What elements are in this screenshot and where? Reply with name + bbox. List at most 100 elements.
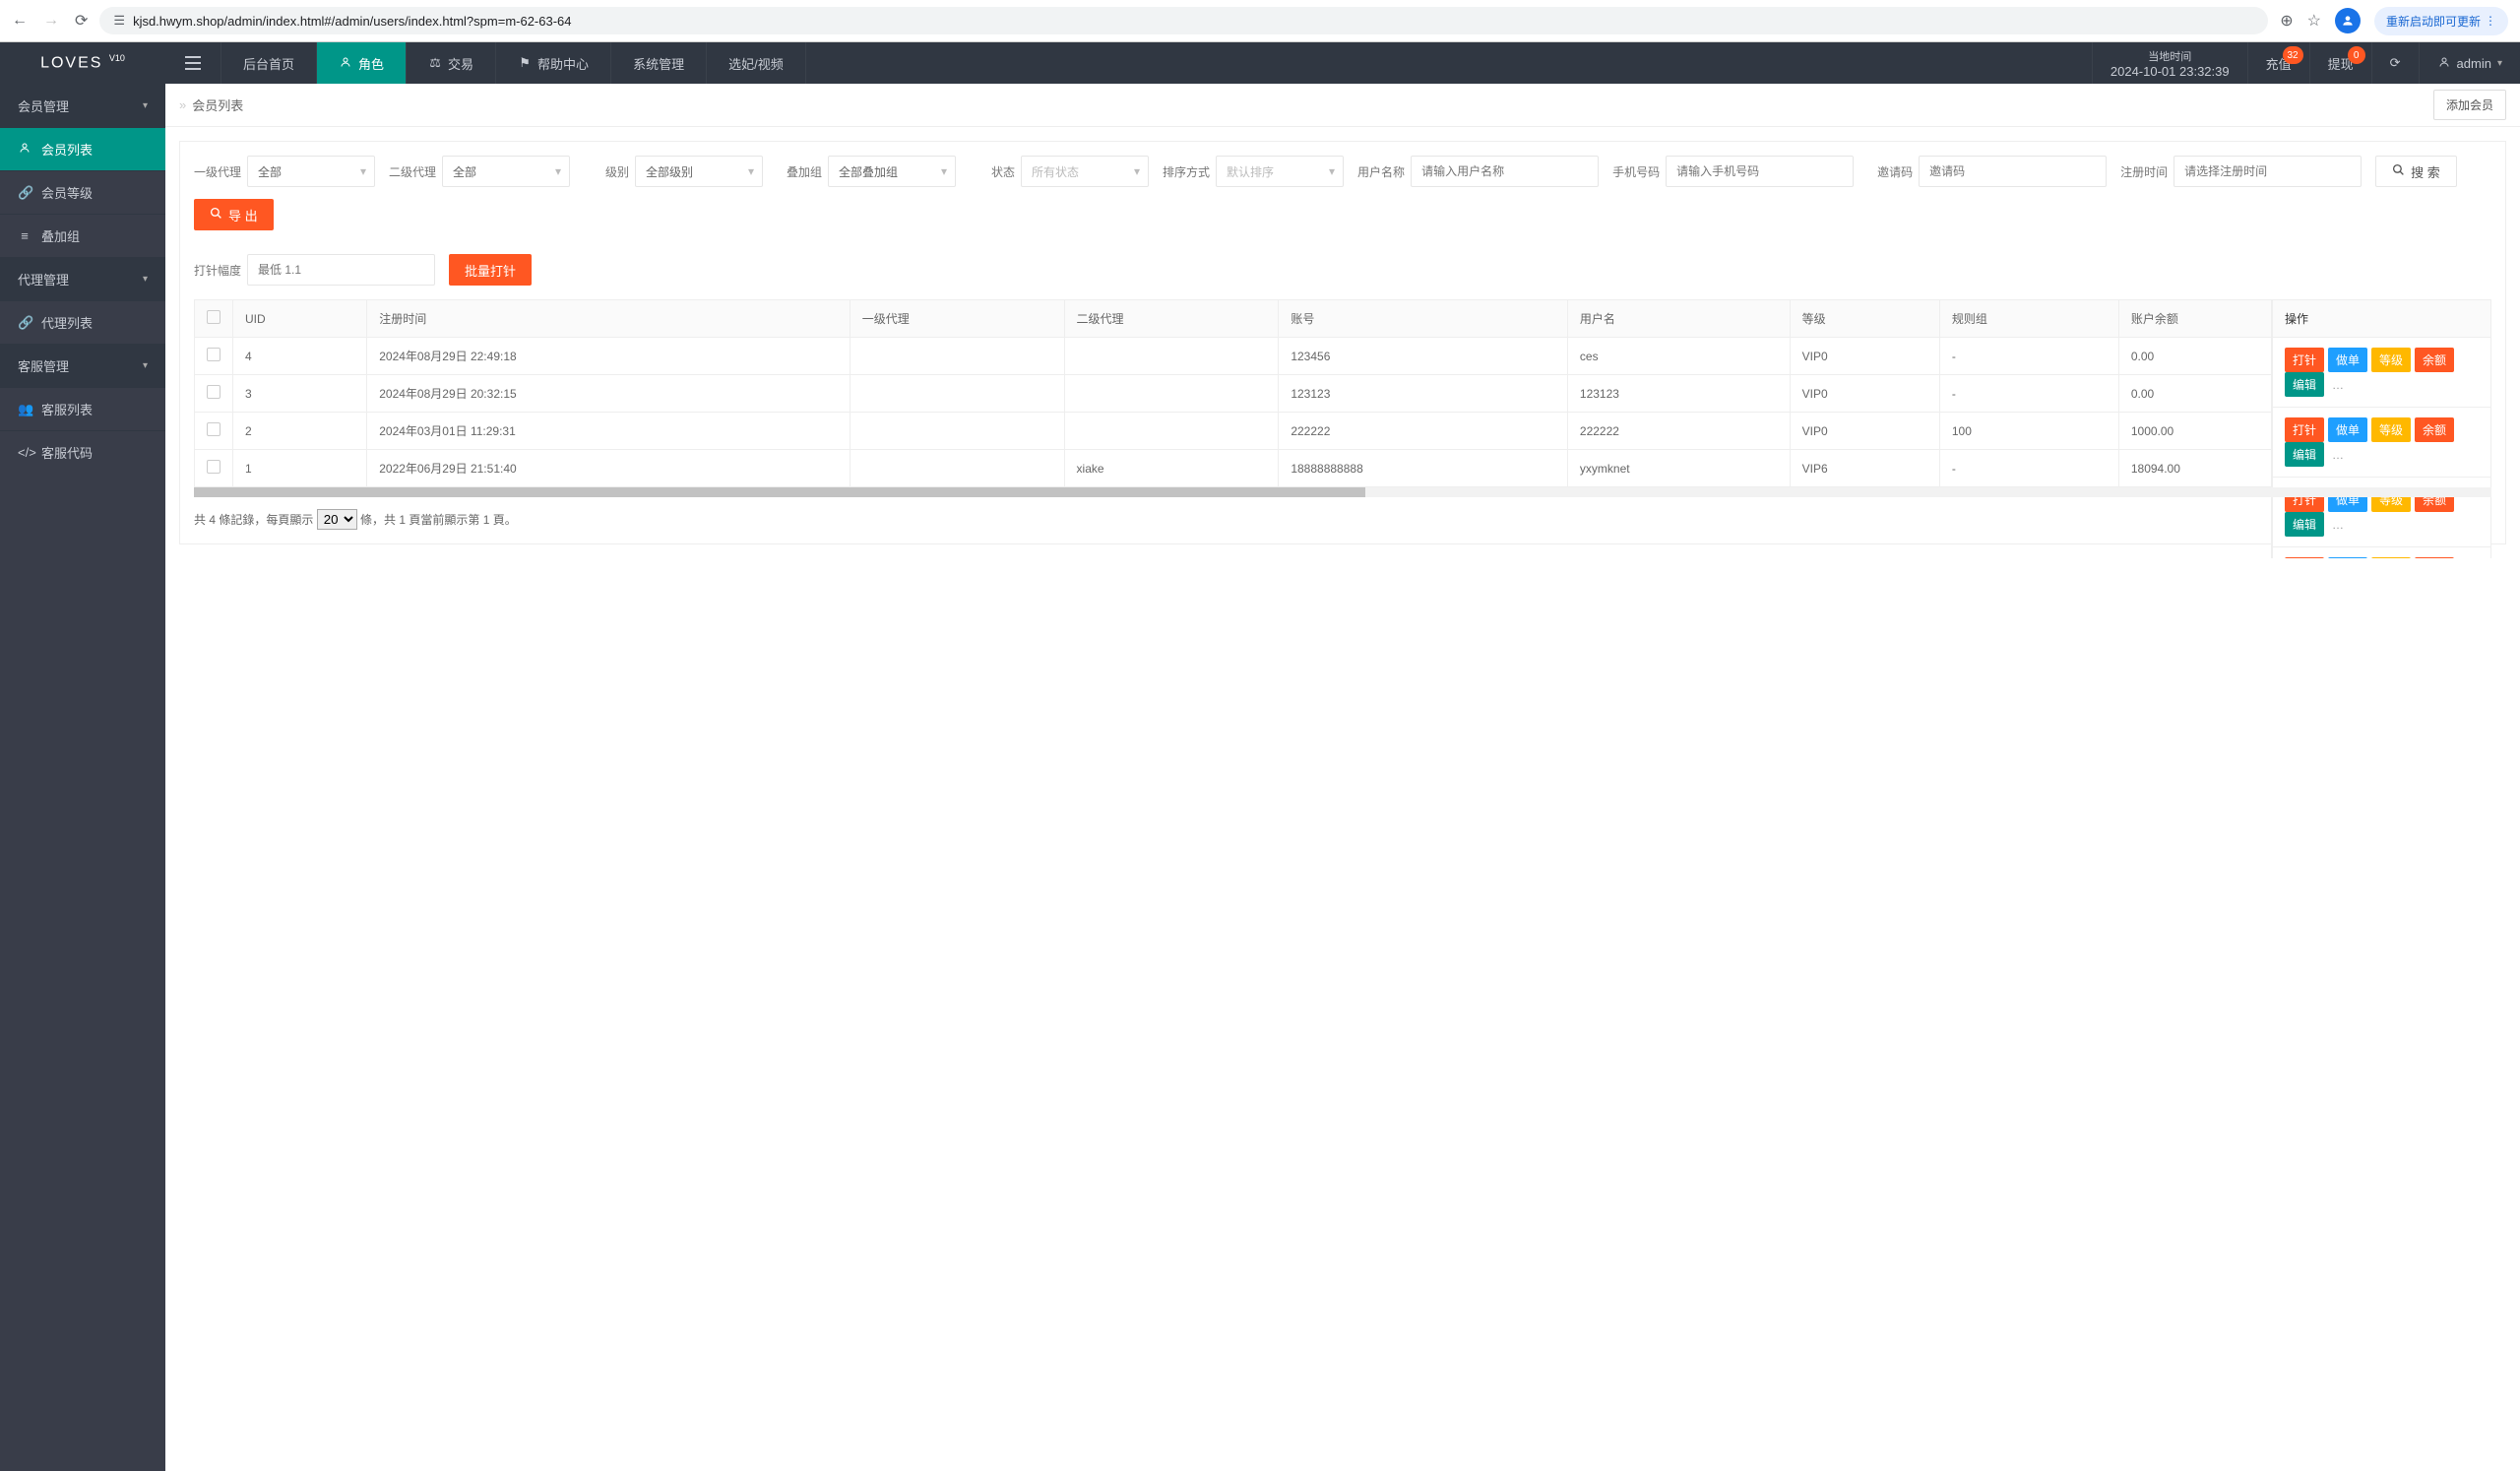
page-size-select[interactable]: 20 <box>317 509 357 530</box>
row-btn-order[interactable]: 做单 <box>2328 348 2367 372</box>
nav-role[interactable]: 角色 <box>317 42 407 84</box>
filter-range-input[interactable] <box>247 254 435 286</box>
sidebar-item-agent-list[interactable]: 🔗 代理列表 <box>0 300 165 344</box>
cell-uid: 1 <box>233 450 367 487</box>
star-icon[interactable]: ☆ <box>2307 11 2321 31</box>
forward-icon[interactable]: → <box>43 12 59 30</box>
ops-fixed-column: 操作 打针做单等级余额编辑…打针做单等级余额编辑…打针做单等级余额编辑…打针做单… <box>2271 299 2491 558</box>
row-btn-balance[interactable]: 余额 <box>2415 348 2454 372</box>
filter-username-input[interactable] <box>1411 156 1599 187</box>
sidebar-group-member[interactable]: 会员管理▾ <box>0 84 165 127</box>
row-btn-order[interactable]: 做单 <box>2328 417 2367 442</box>
col-username: 用户名 <box>1567 300 1790 338</box>
code-icon: </> <box>18 445 32 460</box>
url-bar[interactable]: ☰ kjsd.hwym.shop/admin/index.html#/admin… <box>99 7 2268 34</box>
row-btn-edit[interactable]: 编辑 <box>2285 442 2324 467</box>
search-button[interactable]: 搜 索 <box>2375 156 2457 187</box>
filter-agent2-select[interactable]: 全部 <box>442 156 570 187</box>
nav-help[interactable]: ⚑ 帮助中心 <box>496 42 611 84</box>
key-icon[interactable]: ⊕ <box>2280 11 2293 31</box>
nav-video[interactable]: 选妃/视频 <box>707 42 806 84</box>
filter-sort-select[interactable]: 默认排序 <box>1216 156 1344 187</box>
cell-regtime: 2022年06月29日 21:51:40 <box>367 450 850 487</box>
scrollbar-thumb[interactable] <box>194 487 1365 497</box>
filter-invite-input[interactable] <box>1919 156 2107 187</box>
filter-group-select[interactable]: 全部叠加组 <box>828 156 956 187</box>
filter-level-select[interactable]: 全部级别 <box>635 156 763 187</box>
row-btn-balance[interactable]: 余额 <box>2415 557 2454 558</box>
row-btn-inject[interactable]: 打针 <box>2285 557 2324 558</box>
row-btn-level[interactable]: 等级 <box>2371 557 2411 558</box>
filter-status-select[interactable]: 所有状态 <box>1021 156 1149 187</box>
sidebar-item-member-level[interactable]: 🔗 会员等级 <box>0 170 165 214</box>
user-menu[interactable]: admin ▾ <box>2419 42 2520 84</box>
sidebar: 会员管理▾ 会员列表 🔗 会员等级 ≡ 叠加组 代理管理▾ 🔗 代理列表 客服管… <box>0 84 165 1471</box>
row-checkbox[interactable] <box>207 385 220 399</box>
row-more-icon[interactable]: … <box>2328 518 2348 532</box>
col-regtime: 注册时间 <box>367 300 850 338</box>
chevron-down-icon: ▾ <box>143 100 148 111</box>
cell-account: 123456 <box>1279 338 1568 375</box>
export-button[interactable]: 导 出 <box>194 199 274 230</box>
filter-phone-input[interactable] <box>1666 156 1854 187</box>
browser-update-button[interactable]: 重新启动即可更新 ⋮ <box>2374 7 2508 35</box>
row-btn-edit[interactable]: 编辑 <box>2285 512 2324 537</box>
nav-system[interactable]: 系统管理 <box>611 42 707 84</box>
table-row: 42024年08月29日 22:49:18123456cesVIP0-0.000 <box>195 338 2491 375</box>
row-btn-balance[interactable]: 余额 <box>2415 417 2454 442</box>
refresh-button[interactable]: ⟳ <box>2371 42 2419 84</box>
row-btn-inject[interactable]: 打针 <box>2285 348 2324 372</box>
select-all-checkbox[interactable] <box>207 310 220 324</box>
search-icon <box>2392 163 2405 179</box>
col-agent2: 二级代理 <box>1064 300 1279 338</box>
row-more-icon[interactable]: … <box>2328 448 2348 462</box>
row-checkbox[interactable] <box>207 348 220 361</box>
cell-agent1 <box>850 375 1064 413</box>
col-agent1: 一级代理 <box>850 300 1064 338</box>
filter-regtime-input[interactable] <box>2174 156 2362 187</box>
members-table: UID 注册时间 一级代理 二级代理 账号 用户名 等级 规则组 账户余额 佣金 <box>194 299 2491 487</box>
flag-icon: ⚑ <box>518 55 532 71</box>
nav-home[interactable]: 后台首页 <box>221 42 317 84</box>
row-btn-level[interactable]: 等级 <box>2371 348 2411 372</box>
sidebar-toggle[interactable] <box>165 42 221 84</box>
cell-level: VIP0 <box>1790 338 1939 375</box>
reload-icon[interactable]: ⟳ <box>75 11 88 31</box>
horizontal-scrollbar[interactable] <box>194 487 2491 497</box>
row-btn-level[interactable]: 等级 <box>2371 417 2411 442</box>
add-member-button[interactable]: 添加会员 <box>2433 90 2506 120</box>
row-btn-order[interactable]: 做单 <box>2328 557 2367 558</box>
sidebar-item-service-list[interactable]: 👥 客服列表 <box>0 387 165 430</box>
sidebar-item-member-group[interactable]: ≡ 叠加组 <box>0 214 165 257</box>
batch-button[interactable]: 批量打针 <box>449 254 532 286</box>
page-title: 会员列表 <box>192 96 243 114</box>
back-icon[interactable]: ← <box>12 12 28 30</box>
sidebar-group-service[interactable]: 客服管理▾ <box>0 344 165 387</box>
withdraw-button[interactable]: 0 提现 <box>2309 42 2371 84</box>
sidebar-item-service-code[interactable]: </> 客服代码 <box>0 430 165 474</box>
scale-icon: ⚖ <box>428 55 442 71</box>
row-checkbox[interactable] <box>207 460 220 474</box>
recharge-button[interactable]: 32 充值 <box>2247 42 2309 84</box>
cell-agent2 <box>1064 375 1279 413</box>
cell-uid: 3 <box>233 375 367 413</box>
row-more-icon[interactable]: … <box>2328 378 2348 392</box>
profile-avatar[interactable] <box>2335 8 2361 33</box>
user-icon <box>2437 56 2451 71</box>
cell-regtime: 2024年08月29日 20:32:15 <box>367 375 850 413</box>
menu-dots-icon: ⋮ <box>2485 14 2496 28</box>
export-icon <box>210 207 222 223</box>
row-checkbox[interactable] <box>207 422 220 436</box>
site-info-icon[interactable]: ☰ <box>113 13 125 29</box>
cell-agent2 <box>1064 338 1279 375</box>
sidebar-group-agent[interactable]: 代理管理▾ <box>0 257 165 300</box>
filter-agent1-select[interactable]: 全部 <box>247 156 375 187</box>
col-level: 等级 <box>1790 300 1939 338</box>
cell-username: 123123 <box>1567 375 1790 413</box>
nav-trade[interactable]: ⚖ 交易 <box>407 42 496 84</box>
row-btn-inject[interactable]: 打针 <box>2285 417 2324 442</box>
sidebar-item-member-list[interactable]: 会员列表 <box>0 127 165 170</box>
row-btn-edit[interactable]: 编辑 <box>2285 372 2324 397</box>
chevron-down-icon: ▾ <box>143 360 148 371</box>
chevron-down-icon: ▾ <box>2497 58 2502 69</box>
